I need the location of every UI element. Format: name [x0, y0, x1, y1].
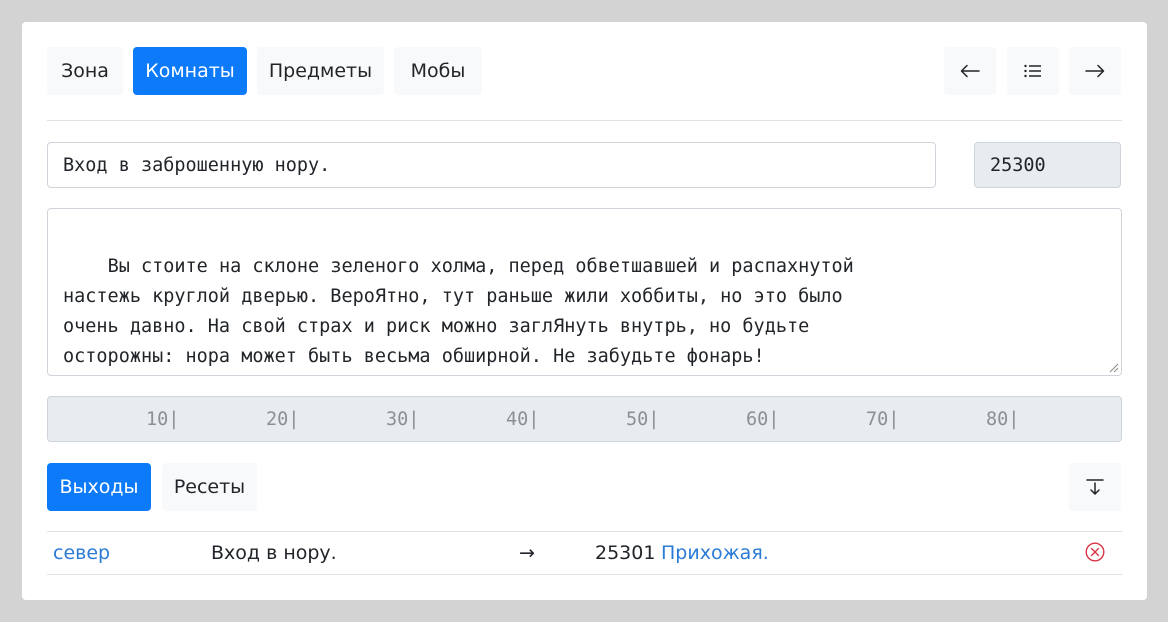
room-editor-card: Зона Комнаты Предметы Мобы Вход в заброш… — [22, 22, 1147, 600]
exit-arrow: → — [519, 542, 535, 564]
exit-target-link[interactable]: Прихожая. — [661, 542, 769, 564]
room-description-textarea[interactable]: Вы стоите на склоне зеленого холма, пере… — [47, 208, 1122, 376]
ruler-tick: 80| — [986, 409, 1020, 430]
tab-exits[interactable]: Выходы — [47, 463, 151, 511]
prev-button[interactable] — [944, 47, 996, 95]
circle-x-icon[interactable] — [1085, 542, 1105, 562]
exit-direction-link[interactable]: север — [53, 542, 110, 564]
collapse-button[interactable] — [1069, 463, 1121, 511]
next-button[interactable] — [1069, 47, 1121, 95]
list-icon — [1024, 64, 1041, 78]
ruler-tick: 40| — [506, 409, 540, 430]
column-ruler: 10| 20| 30| 40| 50| 60| 70| 80| — [47, 396, 1122, 442]
tab-items[interactable]: Предметы — [257, 47, 384, 95]
exit-target-vnum: 25301 — [595, 542, 656, 564]
ruler-tick: 50| — [626, 409, 660, 430]
resize-handle-icon[interactable] — [1109, 363, 1119, 373]
tab-rooms[interactable]: Комнаты — [133, 47, 247, 95]
exit-row: север Вход в нору. → 25301 Прихожая. — [47, 531, 1122, 575]
divider — [47, 120, 1122, 121]
arrow-left-icon — [960, 64, 980, 78]
arrow-right-icon — [1085, 64, 1105, 78]
tab-zone[interactable]: Зона — [47, 47, 123, 95]
exit-description: Вход в нору. — [211, 542, 337, 564]
ruler-tick: 60| — [746, 409, 780, 430]
ruler-tick: 70| — [866, 409, 900, 430]
tab-mobs[interactable]: Мобы — [394, 47, 482, 95]
room-description-text: Вы стоите на склоне зеленого холма, пере… — [63, 256, 854, 367]
ruler-tick: 30| — [386, 409, 420, 430]
ruler-tick: 20| — [266, 409, 300, 430]
room-vnum-field: 25300 — [974, 142, 1121, 188]
arrow-down-to-line-icon — [1086, 479, 1104, 495]
list-button[interactable] — [1007, 47, 1059, 95]
tab-resets[interactable]: Ресеты — [162, 463, 257, 511]
ruler-tick: 10| — [146, 409, 180, 430]
room-name-input[interactable]: Вход в заброшенную нору. — [47, 142, 936, 188]
